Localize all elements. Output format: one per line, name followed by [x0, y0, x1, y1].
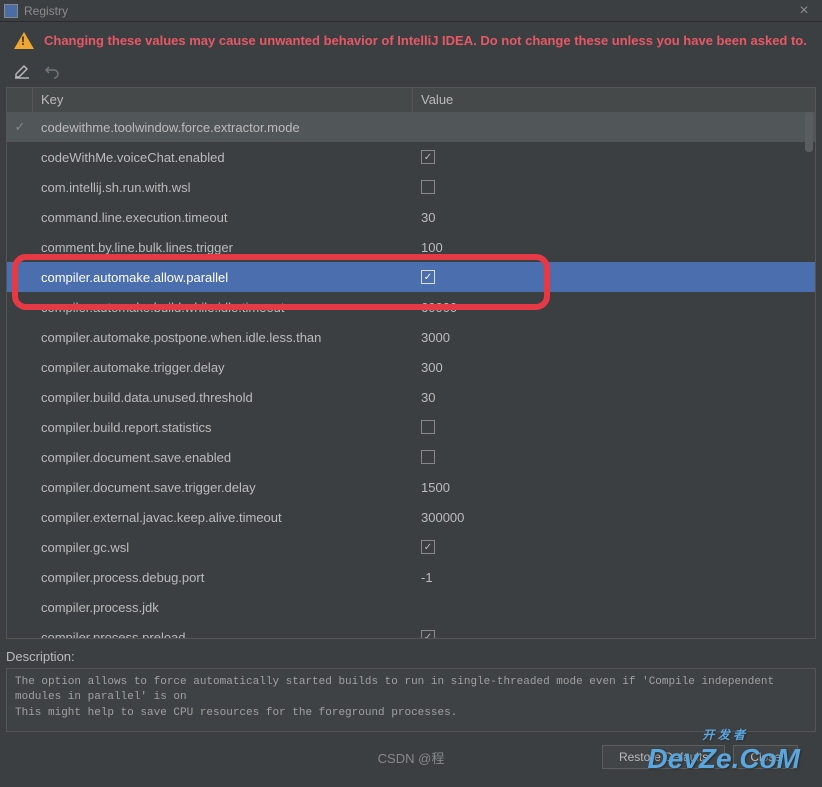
titlebar: Registry ×	[0, 0, 822, 22]
row-key: compiler.automake.trigger.delay	[33, 360, 413, 375]
scrollbar-thumb[interactable]	[805, 112, 813, 152]
restore-defaults-button[interactable]: Restore Defaults	[602, 745, 725, 769]
checkbox[interactable]: ✓	[421, 630, 435, 639]
row-key: compiler.document.save.enabled	[33, 450, 413, 465]
undo-icon[interactable]	[44, 63, 60, 79]
edit-icon[interactable]	[14, 63, 30, 79]
table-row[interactable]: compiler.automake.postpone.when.idle.les…	[7, 322, 815, 352]
row-value[interactable]: ✓	[413, 270, 815, 284]
description-label: Description:	[6, 649, 816, 664]
table-row[interactable]: compiler.document.save.enabled	[7, 442, 815, 472]
col-modified	[7, 88, 33, 112]
row-key: codeWithMe.voiceChat.enabled	[33, 150, 413, 165]
row-value[interactable]	[413, 450, 815, 464]
table-row[interactable]: command.line.execution.timeout30	[7, 202, 815, 232]
checkbox[interactable]	[421, 180, 435, 194]
row-key: compiler.automake.allow.parallel	[33, 270, 413, 285]
row-key: com.intellij.sh.run.with.wsl	[33, 180, 413, 195]
row-key: compiler.gc.wsl	[33, 540, 413, 555]
table-row[interactable]: compiler.process.preload ✓	[7, 622, 815, 639]
description-text: The option allows to force automatically…	[6, 668, 816, 732]
row-value[interactable]	[413, 180, 815, 194]
table-row[interactable]: ✓codewithme.toolwindow.force.extractor.m…	[7, 112, 815, 142]
checkbox[interactable]	[421, 450, 435, 464]
watermark-csdn: CSDN @程	[378, 748, 445, 767]
checkbox[interactable]	[421, 420, 435, 434]
row-key: compiler.process.preload	[33, 630, 413, 640]
checkbox[interactable]: ✓	[421, 270, 435, 284]
row-key: comment.by.line.bulk.lines.trigger	[33, 240, 413, 255]
button-bar: Restore Defaults Close	[602, 745, 798, 769]
table-row[interactable]: compiler.process.jdk	[7, 592, 815, 622]
row-value[interactable]	[413, 420, 815, 434]
row-key: compiler.build.report.statistics	[33, 420, 413, 435]
row-value[interactable]: ✓	[413, 630, 815, 639]
row-key: compiler.automake.build.while.idle.timeo…	[33, 300, 413, 315]
row-value[interactable]: -1	[413, 570, 815, 585]
table-row[interactable]: comment.by.line.bulk.lines.trigger100	[7, 232, 815, 262]
row-value[interactable]: 30	[413, 390, 815, 405]
row-value[interactable]: 300000	[413, 510, 815, 525]
app-icon	[4, 4, 18, 18]
table-row[interactable]: compiler.automake.allow.parallel ✓	[7, 262, 815, 292]
warning-text: Changing these values may cause unwanted…	[44, 33, 807, 48]
warning-bar: Changing these values may cause unwanted…	[0, 22, 822, 59]
description-panel: Description: The option allows to force …	[6, 649, 816, 732]
row-value[interactable]: 100	[413, 240, 815, 255]
row-value[interactable]: 300	[413, 360, 815, 375]
modified-marker: ✓	[7, 119, 33, 135]
window-title: Registry	[24, 4, 790, 18]
row-value[interactable]: 3000	[413, 330, 815, 345]
table-row[interactable]: compiler.document.save.trigger.delay1500	[7, 472, 815, 502]
table-body[interactable]: ✓codewithme.toolwindow.force.extractor.m…	[7, 112, 815, 639]
checkbox[interactable]: ✓	[421, 540, 435, 554]
row-value[interactable]: 1500	[413, 480, 815, 495]
registry-table: Key Value ✓codewithme.toolwindow.force.e…	[6, 87, 816, 639]
table-row[interactable]: compiler.automake.trigger.delay300	[7, 352, 815, 382]
row-value[interactable]: 30	[413, 210, 815, 225]
table-row[interactable]: compiler.build.report.statistics	[7, 412, 815, 442]
row-key: command.line.execution.timeout	[33, 210, 413, 225]
row-key: compiler.automake.postpone.when.idle.les…	[33, 330, 413, 345]
close-button[interactable]: Close	[733, 745, 798, 769]
row-key: compiler.process.jdk	[33, 600, 413, 615]
warning-icon	[14, 32, 34, 49]
table-row[interactable]: codeWithMe.voiceChat.enabled ✓	[7, 142, 815, 172]
row-value[interactable]: ✓	[413, 150, 815, 164]
row-key: compiler.build.data.unused.threshold	[33, 390, 413, 405]
toolbar	[0, 59, 822, 87]
checkbox[interactable]: ✓	[421, 150, 435, 164]
col-value[interactable]: Value	[413, 88, 815, 112]
table-row[interactable]: compiler.automake.build.while.idle.timeo…	[7, 292, 815, 322]
table-row[interactable]: com.intellij.sh.run.with.wsl	[7, 172, 815, 202]
table-row[interactable]: compiler.process.debug.port-1	[7, 562, 815, 592]
table-row[interactable]: compiler.external.javac.keep.alive.timeo…	[7, 502, 815, 532]
row-value[interactable]: 60000	[413, 300, 815, 315]
row-value[interactable]: ✓	[413, 540, 815, 554]
row-key: codewithme.toolwindow.force.extractor.mo…	[33, 120, 413, 135]
row-key: compiler.document.save.trigger.delay	[33, 480, 413, 495]
close-icon[interactable]: ×	[790, 2, 818, 20]
table-row[interactable]: compiler.gc.wsl ✓	[7, 532, 815, 562]
table-header: Key Value	[7, 88, 815, 112]
row-key: compiler.process.debug.port	[33, 570, 413, 585]
col-key[interactable]: Key	[33, 88, 413, 112]
row-key: compiler.external.javac.keep.alive.timeo…	[33, 510, 413, 525]
table-row[interactable]: compiler.build.data.unused.threshold30	[7, 382, 815, 412]
